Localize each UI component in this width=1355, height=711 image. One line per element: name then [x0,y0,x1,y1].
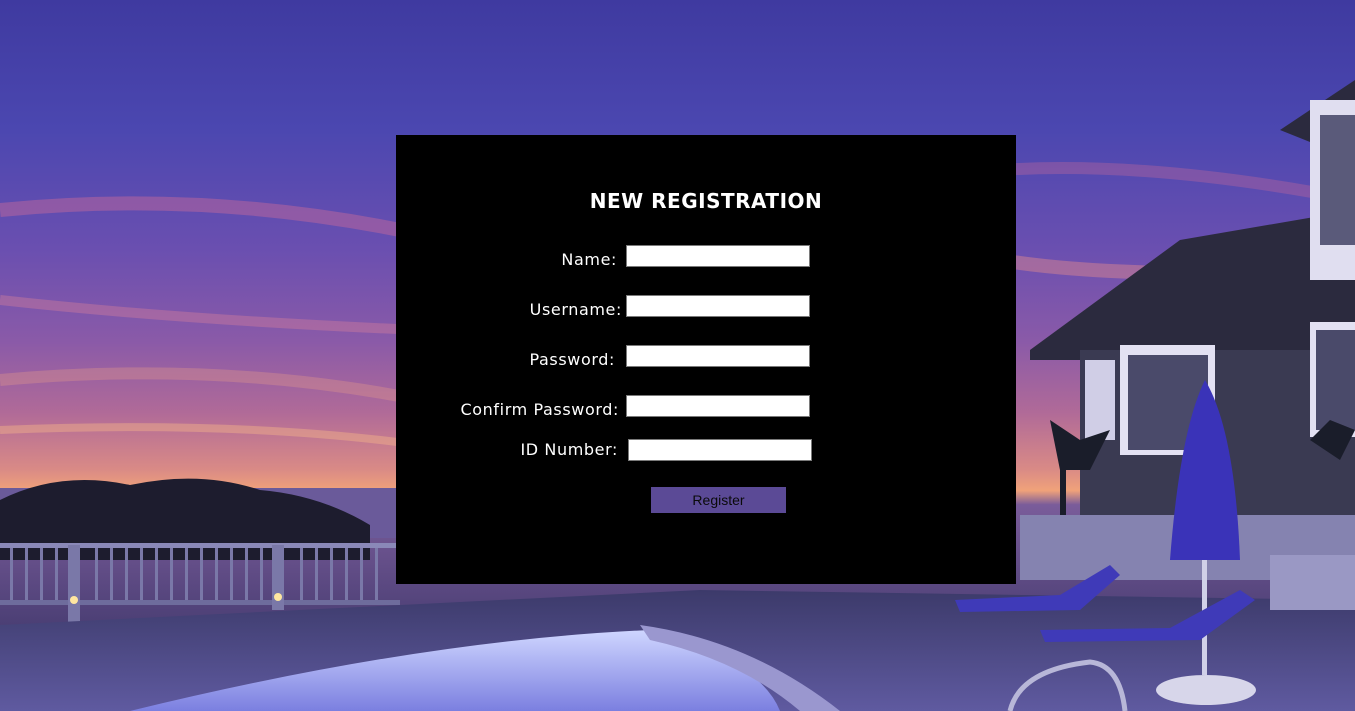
registration-panel: NEW REGISTRATION Name: Username: Passwor… [396,135,1016,584]
register-button[interactable]: Register [651,487,786,513]
name-input[interactable] [626,245,810,267]
confirm-password-label: Confirm Password: [460,400,619,419]
id-number-label: ID Number: [520,440,618,459]
form-title: NEW REGISTRATION [589,189,823,213]
name-label: Name: [561,250,617,269]
confirm-password-input[interactable] [626,395,810,417]
username-label: Username: [529,300,622,319]
id-number-input[interactable] [628,439,812,461]
password-label: Password: [529,350,615,369]
password-input[interactable] [626,345,810,367]
username-input[interactable] [626,295,810,317]
